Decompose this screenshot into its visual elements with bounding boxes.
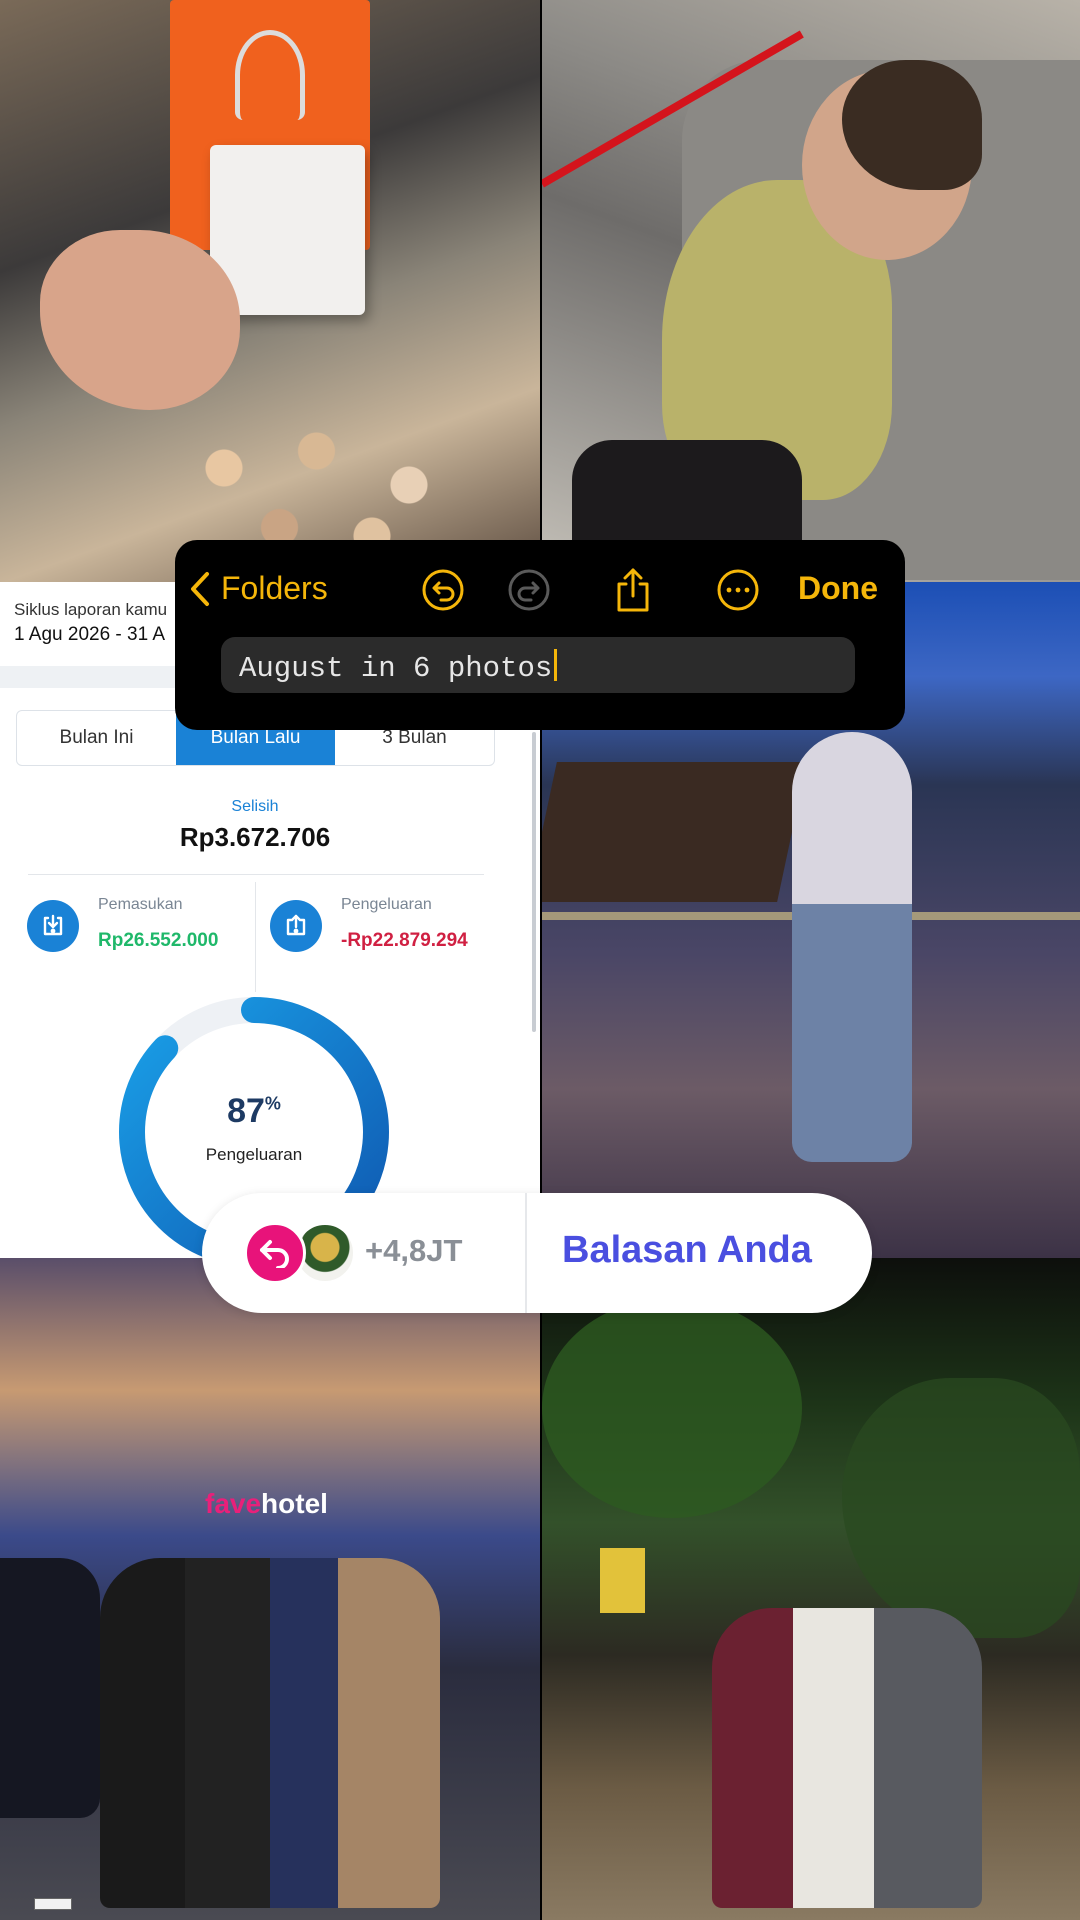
hotel-sign-part2: hotel: [261, 1488, 328, 1519]
cycle-label: Siklus laporan kamu: [14, 600, 168, 619]
share-icon[interactable]: [611, 568, 655, 612]
text-cursor: [554, 649, 558, 681]
gauge-percent-value: 87: [227, 1092, 265, 1130]
chevron-left-icon: [191, 571, 209, 606]
terrace-table: [542, 762, 807, 902]
cycle-range: 1 Agu 2026 - 31 A: [14, 624, 166, 645]
menu-poster: [600, 1548, 645, 1613]
back-button[interactable]: Folders: [189, 570, 328, 607]
your-reply-button[interactable]: Balasan Anda: [562, 1229, 812, 1272]
back-label: Folders: [221, 570, 328, 606]
photo-group-hotel: favehotel: [0, 1258, 540, 1920]
note-title-field[interactable]: August in 6 photos: [221, 637, 855, 693]
gauge-percent-unit: %: [264, 1093, 281, 1114]
license-badge: [34, 1898, 72, 1910]
selisih-value: Rp3.672.706: [179, 822, 331, 852]
download-box-icon: [27, 900, 79, 952]
photo-group-cafe: [542, 1258, 1080, 1920]
undo-icon[interactable]: [421, 568, 465, 612]
divider: [28, 874, 484, 875]
scrollbar[interactable]: [532, 732, 536, 1032]
plant-right: [842, 1378, 1080, 1638]
hands: [40, 230, 240, 410]
divider-vertical: [255, 882, 256, 992]
pill-divider: [525, 1193, 527, 1313]
tab-bulan-ini[interactable]: Bulan Ini: [17, 711, 176, 765]
income-label: Pemasukan: [98, 896, 183, 913]
redo-icon[interactable]: [507, 568, 551, 612]
notes-toolbar: Folders Done August in 6 photos: [175, 540, 905, 730]
car: [0, 1558, 100, 1818]
income-value: Rp26.552.000: [98, 930, 219, 951]
note-title-value: August in 6 photos: [239, 652, 553, 685]
reply-arrow-icon[interactable]: [244, 1222, 306, 1284]
reply-count: +4,8JT: [365, 1233, 463, 1268]
woman-figure: [792, 732, 912, 1162]
upload-box-icon: [270, 900, 322, 952]
done-button[interactable]: Done: [798, 570, 878, 607]
photo-child-on-sofa: [542, 0, 1080, 582]
expense-label: Pengeluaran: [341, 896, 432, 913]
gauge-label: Pengeluaran: [205, 1145, 303, 1164]
selisih-label: Selisih: [231, 798, 279, 815]
hotel-sign-part1: fave: [205, 1488, 262, 1519]
photo-watch-store: [0, 0, 540, 582]
expense-value: -Rp22.879.294: [341, 930, 468, 951]
plant-left: [542, 1298, 802, 1518]
more-icon[interactable]: [716, 568, 760, 612]
reply-pill: +4,8JT Balasan Anda: [202, 1193, 872, 1313]
group-of-women: [100, 1558, 440, 1908]
family-group: [712, 1608, 982, 1908]
hotel-sign: favehotel: [205, 1488, 328, 1520]
gauge-percent: 87%: [112, 1092, 396, 1131]
bag-logo: [235, 30, 305, 120]
